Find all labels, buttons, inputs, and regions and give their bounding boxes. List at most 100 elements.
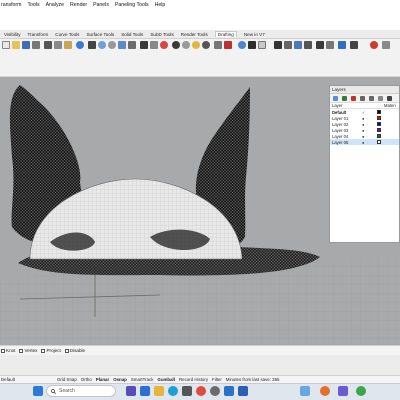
checkbox-box[interactable] (19, 348, 24, 353)
unlocked-icon[interactable]: ◦ (366, 116, 367, 121)
copy-icon[interactable] (54, 41, 62, 49)
visible-icon[interactable]: ● (362, 128, 364, 133)
material-column-header[interactable]: Materi (384, 103, 396, 108)
viewport-layout-icon[interactable] (140, 41, 148, 49)
layer-status-icons[interactable]: ● ◦ (362, 134, 377, 139)
knot-checkbox[interactable]: Knot (1, 348, 15, 353)
material-icon[interactable] (202, 41, 210, 49)
status-osnap[interactable]: Osnap (113, 377, 127, 382)
visible-icon[interactable]: ● (362, 134, 364, 139)
menu-transform[interactable]: ransform (1, 2, 21, 8)
chrome-icon[interactable] (196, 386, 206, 396)
task-view-icon[interactable] (140, 386, 150, 396)
undo-icon[interactable] (76, 41, 84, 49)
status-ortho[interactable]: Ortho (81, 377, 92, 382)
tab-visibility[interactable]: Visibility (4, 32, 21, 37)
text-icon[interactable] (316, 41, 324, 49)
hide-icon[interactable] (214, 41, 222, 49)
tools-icon[interactable] (382, 41, 390, 49)
menu-analyze[interactable]: Analyze (46, 2, 64, 8)
menu-render[interactable]: Render (70, 2, 87, 8)
menu-help[interactable]: Help (155, 2, 166, 8)
tab-subd-tools[interactable]: SubD Tools (150, 32, 173, 37)
pan-icon[interactable] (88, 41, 96, 49)
layer-color-swatch[interactable] (377, 140, 381, 144)
layer-status-icons[interactable]: ● ◦ (362, 122, 377, 127)
layer-status-icons[interactable]: ● ◦ (362, 116, 377, 121)
project-checkbox[interactable]: Project (41, 348, 61, 353)
layer-status-icons[interactable]: ● ◦ (362, 140, 377, 145)
rendered-icon[interactable] (182, 41, 190, 49)
move-up-icon[interactable] (360, 96, 365, 101)
tab-drafting[interactable]: Drafting (214, 31, 237, 37)
menu-tools[interactable]: Tools (27, 2, 39, 8)
status-planar[interactable]: Planar (96, 377, 109, 382)
current-layer-label[interactable]: Default (1, 377, 53, 382)
menu-paneling-tools[interactable]: Paneling Tools (115, 2, 149, 8)
layer-color-swatch[interactable] (377, 110, 381, 114)
shaded-icon[interactable] (172, 41, 180, 49)
firefox-icon[interactable] (320, 386, 330, 396)
command-history-area[interactable] (0, 10, 400, 30)
delete-layer-icon[interactable] (351, 96, 356, 101)
layers-panel[interactable]: Layers Layer Materi Default ✓ Layer 01 ●… (329, 85, 400, 243)
rotate-view-icon[interactable] (98, 41, 106, 49)
status-smarttrack[interactable]: SmartTrack (131, 377, 154, 382)
status-record-history[interactable]: Record History (179, 377, 208, 382)
widgets-icon[interactable] (126, 386, 136, 396)
cut-icon[interactable] (44, 41, 52, 49)
tab-render-tools[interactable]: Render Tools (181, 32, 208, 37)
layer-color-swatch[interactable] (377, 116, 381, 120)
layer-status-icons[interactable]: ● ◦ (362, 128, 377, 133)
layer-icon[interactable] (274, 41, 282, 49)
move-down-icon[interactable] (369, 96, 374, 101)
print-icon[interactable] (32, 41, 40, 49)
lock-grid-icon[interactable] (370, 41, 378, 49)
edge-browser-icon[interactable] (168, 386, 178, 396)
layer-color-swatch[interactable] (377, 122, 381, 126)
layer-state-icon[interactable] (284, 41, 292, 49)
unlocked-icon[interactable]: ◦ (366, 128, 367, 133)
layer-row-05[interactable]: Layer 05 ● ◦ (330, 139, 399, 145)
unlocked-icon[interactable]: ◦ (366, 140, 367, 145)
status-grid-snap[interactable]: Grid Snap (57, 377, 77, 382)
sphere-icon[interactable] (238, 41, 246, 49)
disable-checkbox[interactable]: Disable (64, 348, 85, 353)
checkbox-box[interactable] (41, 348, 46, 353)
photos-icon[interactable] (300, 386, 310, 396)
dimension-icon[interactable] (304, 41, 312, 49)
vertex-checkbox[interactable]: Vertex (19, 348, 37, 353)
tab-surface-tools[interactable]: Surface Tools (86, 32, 114, 37)
new-layer-icon[interactable] (333, 96, 338, 101)
lock-icon[interactable] (224, 41, 232, 49)
visible-icon[interactable]: ● (362, 116, 364, 121)
layer-tools-icon[interactable] (387, 96, 392, 101)
open-file-icon[interactable] (12, 41, 20, 49)
rhino-app-icon[interactable] (182, 386, 192, 396)
visible-icon[interactable]: ● (362, 122, 364, 127)
properties-icon[interactable] (258, 41, 266, 49)
file-explorer-icon[interactable] (154, 386, 164, 396)
select-icon[interactable] (150, 41, 158, 49)
lights-icon[interactable] (192, 41, 200, 49)
tab-new-in-v7[interactable]: New in V7 (244, 32, 265, 37)
filter-icon[interactable] (378, 96, 383, 101)
new-sublayer-icon[interactable] (342, 96, 347, 101)
unlocked-icon[interactable]: ◦ (366, 122, 367, 127)
layer-column-header[interactable]: Layer (332, 103, 384, 108)
tab-solid-tools[interactable]: Solid Tools (121, 32, 143, 37)
app-icon[interactable] (338, 386, 348, 396)
mail-icon[interactable] (224, 386, 234, 396)
word-icon[interactable] (238, 386, 248, 396)
checkbox-box[interactable] (1, 348, 5, 353)
tab-transform[interactable]: Transform (28, 32, 49, 37)
layer-color-swatch[interactable] (377, 134, 381, 138)
new-file-icon[interactable] (2, 41, 10, 49)
tab-curve-tools[interactable]: Curve Tools (55, 32, 79, 37)
toolbar-more-icon[interactable] (350, 41, 358, 49)
chrome-icon-2[interactable] (356, 386, 366, 396)
zoom-window-icon[interactable] (128, 41, 136, 49)
checkbox-box[interactable] (64, 348, 69, 353)
menu-panels[interactable]: Panels (93, 2, 109, 8)
unlocked-icon[interactable]: ◦ (366, 134, 367, 139)
